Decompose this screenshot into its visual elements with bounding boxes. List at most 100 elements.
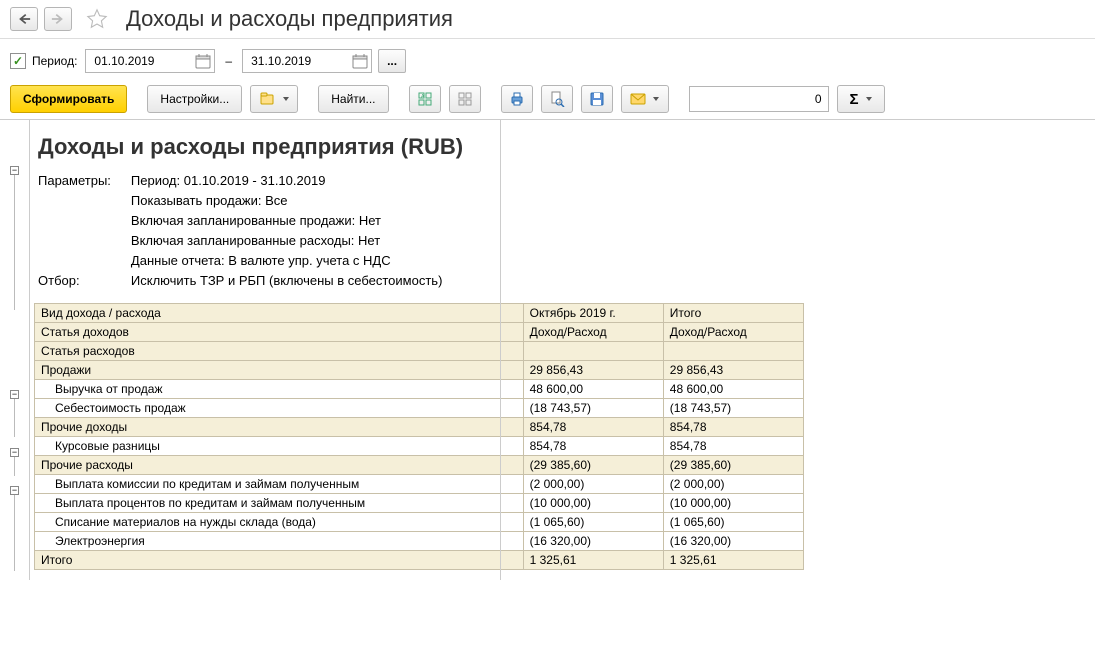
collapse-toggle[interactable]: − — [10, 390, 19, 399]
collapse-icon — [457, 91, 473, 107]
expand-icon: A — [417, 91, 433, 107]
report-table: Вид дохода / расхода Октябрь 2019 г. Ито… — [34, 303, 804, 570]
row-value: (10 000,00) — [663, 494, 803, 513]
sigma-icon: Σ — [850, 91, 859, 108]
chevron-down-icon — [283, 97, 289, 101]
row-value: (16 320,00) — [663, 532, 803, 551]
print-icon — [509, 91, 525, 107]
row-label: Выплата процентов по кредитам и займам п… — [35, 494, 524, 513]
sum-field[interactable] — [689, 86, 829, 112]
row-value: (29 385,60) — [663, 456, 803, 475]
table-row[interactable]: Выручка от продаж48 600,0048 600,00 — [35, 380, 804, 399]
collapse-toggle[interactable]: − — [10, 166, 19, 175]
settings-button[interactable]: Настройки... — [147, 85, 242, 113]
report-area: − − − − Доходы и расходы предприятия (RU… — [0, 120, 1095, 580]
save-button[interactable] — [581, 85, 613, 113]
header-bar: Доходы и расходы предприятия — [0, 0, 1095, 39]
mail-icon — [630, 91, 646, 107]
table-row[interactable]: Себестоимость продаж(18 743,57)(18 743,5… — [35, 399, 804, 418]
period-dash: – — [225, 54, 232, 68]
table-row[interactable]: Списание материалов на нужды склада (вод… — [35, 513, 804, 532]
date-from-input[interactable] — [92, 53, 172, 69]
header-cell: Октябрь 2019 г. — [523, 304, 663, 323]
row-value: (1 065,60) — [523, 513, 663, 532]
calendar-icon[interactable] — [194, 52, 212, 70]
filter-line: Исключить ТЗР и РБП (включены в себестои… — [131, 272, 442, 289]
row-value: (10 000,00) — [523, 494, 663, 513]
row-value: 48 600,00 — [663, 380, 803, 399]
table-row[interactable]: Выплата процентов по кредитам и займам п… — [35, 494, 804, 513]
sigma-button[interactable]: Σ — [837, 85, 885, 113]
params-label: Параметры: — [38, 172, 111, 189]
param-line: Данные отчета: В валюте упр. учета с НДС — [131, 252, 442, 269]
row-value: 854,78 — [523, 418, 663, 437]
preview-icon — [549, 91, 565, 107]
preview-button[interactable] — [541, 85, 573, 113]
row-value: 1 325,61 — [663, 551, 803, 570]
report-title: Доходы и расходы предприятия (RUB) — [38, 134, 1085, 160]
calendar-icon[interactable] — [351, 52, 369, 70]
variants-button[interactable] — [250, 85, 298, 113]
generate-label: Сформировать — [23, 92, 114, 106]
expand-all-button[interactable]: A — [409, 85, 441, 113]
row-value: 29 856,43 — [663, 361, 803, 380]
table-row[interactable]: Курсовые разницы854,78854,78 — [35, 437, 804, 456]
row-label: Себестоимость продаж — [35, 399, 524, 418]
row-label: Выручка от продаж — [35, 380, 524, 399]
header-cell — [523, 342, 663, 361]
param-line: Показывать продажи: Все — [131, 192, 442, 209]
row-value: 854,78 — [663, 437, 803, 456]
back-button[interactable] — [10, 7, 38, 31]
header-cell: Доход/Расход — [663, 323, 803, 342]
row-value: (18 743,57) — [663, 399, 803, 418]
header-cell — [663, 342, 803, 361]
period-select-button[interactable]: ... — [378, 49, 406, 73]
row-value: (1 065,60) — [663, 513, 803, 532]
period-bar: Период: – ... — [0, 39, 1095, 79]
row-value: 48 600,00 — [523, 380, 663, 399]
header-cell: Статья расходов — [35, 342, 524, 361]
row-value: 1 325,61 — [523, 551, 663, 570]
arrow-right-icon — [51, 13, 65, 25]
header-cell: Статья доходов — [35, 323, 524, 342]
report-content: Доходы и расходы предприятия (RUB) Парам… — [30, 120, 1095, 580]
param-line: Включая запланированные продажи: Нет — [131, 212, 442, 229]
row-value: (2 000,00) — [663, 475, 803, 494]
row-value: (29 385,60) — [523, 456, 663, 475]
period-label: Период: — [32, 54, 77, 68]
forward-button[interactable] — [44, 7, 72, 31]
star-icon — [86, 8, 108, 30]
find-label: Найти... — [331, 92, 375, 106]
row-value: 29 856,43 — [523, 361, 663, 380]
send-button[interactable] — [621, 85, 669, 113]
date-to-input[interactable] — [249, 53, 329, 69]
param-line: Включая запланированные расходы: Нет — [131, 232, 442, 249]
header-cell: Итого — [663, 304, 803, 323]
filter-label: Отбор: — [38, 272, 111, 289]
collapse-toggle[interactable]: − — [10, 486, 19, 495]
period-checkbox[interactable] — [10, 53, 26, 69]
print-button[interactable] — [501, 85, 533, 113]
table-row[interactable]: Электроэнергия(16 320,00)(16 320,00) — [35, 532, 804, 551]
folder-icon — [260, 91, 276, 107]
collapse-all-button[interactable] — [449, 85, 481, 113]
table-row[interactable]: Прочие расходы(29 385,60)(29 385,60) — [35, 456, 804, 475]
row-value: (16 320,00) — [523, 532, 663, 551]
collapse-toggle[interactable]: − — [10, 448, 19, 457]
row-label: Продажи — [35, 361, 524, 380]
generate-button[interactable]: Сформировать — [10, 85, 127, 113]
outline-gutter: − − − − — [0, 120, 30, 580]
row-label: Курсовые разницы — [35, 437, 524, 456]
row-label: Прочие доходы — [35, 418, 524, 437]
find-button[interactable]: Найти... — [318, 85, 388, 113]
toolbar: Сформировать Настройки... Найти... A Σ — [0, 79, 1095, 120]
table-row[interactable]: Итого1 325,611 325,61 — [35, 551, 804, 570]
table-row[interactable]: Продажи29 856,4329 856,43 — [35, 361, 804, 380]
table-row[interactable]: Выплата комиссии по кредитам и займам по… — [35, 475, 804, 494]
table-row[interactable]: Прочие доходы854,78854,78 — [35, 418, 804, 437]
row-label: Выплата комиссии по кредитам и займам по… — [35, 475, 524, 494]
row-value: (2 000,00) — [523, 475, 663, 494]
date-to-wrap — [242, 49, 372, 73]
save-icon — [589, 91, 605, 107]
favorite-button[interactable] — [84, 6, 110, 32]
